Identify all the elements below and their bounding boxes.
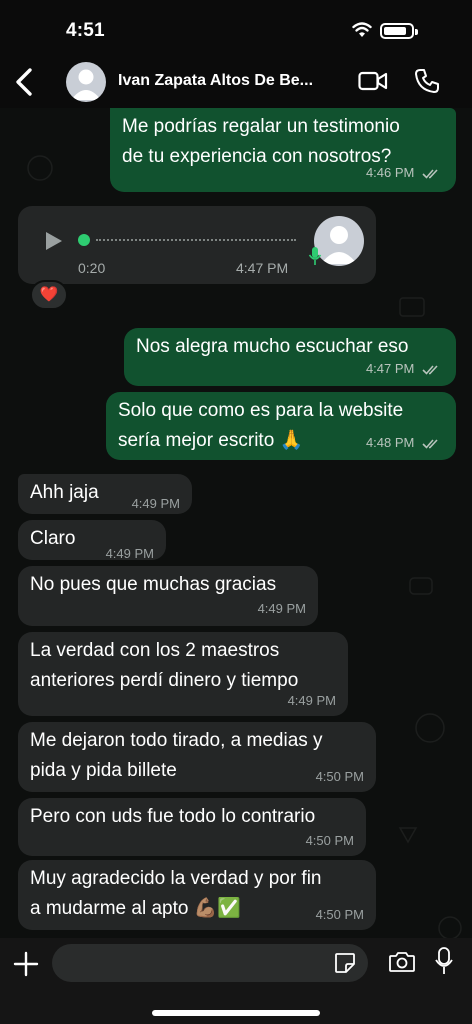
message-meta: 4:48 PM bbox=[366, 428, 442, 458]
home-indicator bbox=[152, 1010, 320, 1016]
message-meta: 4:47 PM bbox=[366, 354, 442, 384]
microphone-icon bbox=[308, 247, 322, 265]
message-time: 4:49 PM bbox=[131, 496, 180, 511]
heart-reaction[interactable]: ❤️ bbox=[30, 280, 68, 310]
message-text: Solo que como es para la website bbox=[118, 400, 404, 421]
camera-icon[interactable] bbox=[388, 950, 416, 974]
read-receipt-icon bbox=[422, 439, 438, 449]
message-time: 4:47 PM bbox=[365, 361, 415, 376]
voice-message[interactable]: 0:20 4:47 PM bbox=[18, 206, 376, 284]
message-meta: 4:46 PM bbox=[366, 158, 442, 188]
message-text: Me podrías regalar un testimonio bbox=[122, 116, 400, 137]
status-time: 4:51 bbox=[66, 20, 105, 41]
playback-progress-track[interactable] bbox=[96, 239, 296, 241]
composer-bar bbox=[0, 938, 472, 1024]
message-bubble-incoming[interactable]: No pues que muchas gracias 4:49 PM bbox=[18, 566, 318, 626]
message-input[interactable] bbox=[52, 944, 368, 982]
video-call-button[interactable] bbox=[358, 70, 388, 92]
play-icon[interactable] bbox=[42, 230, 64, 252]
plus-icon[interactable] bbox=[12, 950, 40, 978]
message-text: Me dejaron todo tirado, a medias y bbox=[30, 730, 323, 751]
message-bubble-incoming[interactable]: Ahh jaja 4:49 PM bbox=[18, 474, 192, 514]
message-time: 4:50 PM bbox=[315, 907, 364, 922]
message-bubble-outgoing[interactable]: Me podrías regalar un testimonio de tu e… bbox=[110, 108, 456, 192]
message-bubble-incoming[interactable]: La verdad con los 2 maestros anteriores … bbox=[18, 632, 348, 716]
message-text: a mudarme al apto 💪🏽✅ bbox=[30, 898, 242, 919]
message-text: La verdad con los 2 maestros bbox=[30, 640, 280, 661]
voice-call-button[interactable] bbox=[414, 68, 440, 94]
avatar-placeholder-icon bbox=[71, 69, 101, 100]
message-bubble-incoming[interactable]: Pero con uds fue todo lo contrario 4:50 … bbox=[18, 798, 366, 856]
message-time: 4:49 PM bbox=[287, 693, 336, 708]
message-time: 4:49 PM bbox=[257, 601, 306, 616]
battery-icon bbox=[380, 23, 418, 39]
read-receipt-icon bbox=[422, 169, 438, 179]
message-time: 4:47 PM bbox=[236, 260, 289, 276]
message-bubble-incoming[interactable]: Muy agradecido la verdad y por fin a mud… bbox=[18, 860, 376, 930]
message-bubble-outgoing[interactable]: Solo que como es para la website sería m… bbox=[106, 392, 456, 460]
sticker-icon[interactable] bbox=[334, 952, 356, 974]
wifi-icon bbox=[352, 22, 372, 37]
back-button[interactable] bbox=[10, 64, 40, 100]
message-time: 4:50 PM bbox=[315, 769, 364, 784]
message-time: 4:48 PM bbox=[365, 435, 415, 450]
message-text: Muy agradecido la verdad y por fin bbox=[30, 868, 322, 889]
playback-scrubber[interactable] bbox=[78, 234, 90, 246]
message-bubble-incoming[interactable]: Claro 4:49 PM bbox=[18, 520, 166, 561]
message-time: 4:46 PM bbox=[365, 165, 415, 180]
voice-duration: 0:20 bbox=[78, 260, 106, 276]
message-time: 4:49 PM bbox=[105, 546, 154, 561]
status-bar: 4:51 bbox=[0, 0, 472, 56]
microphone-icon[interactable] bbox=[434, 946, 454, 976]
message-text: pida y pida billete bbox=[30, 760, 177, 781]
contact-name[interactable]: Ivan Zapata Altos De Be... bbox=[118, 72, 346, 90]
chat-area[interactable]: Me podrías regalar un testimonio de tu e… bbox=[0, 108, 472, 938]
contact-avatar[interactable] bbox=[66, 62, 106, 102]
message-time: 4:50 PM bbox=[305, 833, 354, 848]
message-bubble-outgoing[interactable]: Nos alegra mucho escuchar eso 4:47 PM bbox=[124, 328, 456, 386]
chat-header: Ivan Zapata Altos De Be... bbox=[0, 56, 472, 108]
message-bubble-incoming[interactable]: Me dejaron todo tirado, a medias y pida … bbox=[18, 722, 376, 792]
read-receipt-icon bbox=[422, 365, 438, 375]
